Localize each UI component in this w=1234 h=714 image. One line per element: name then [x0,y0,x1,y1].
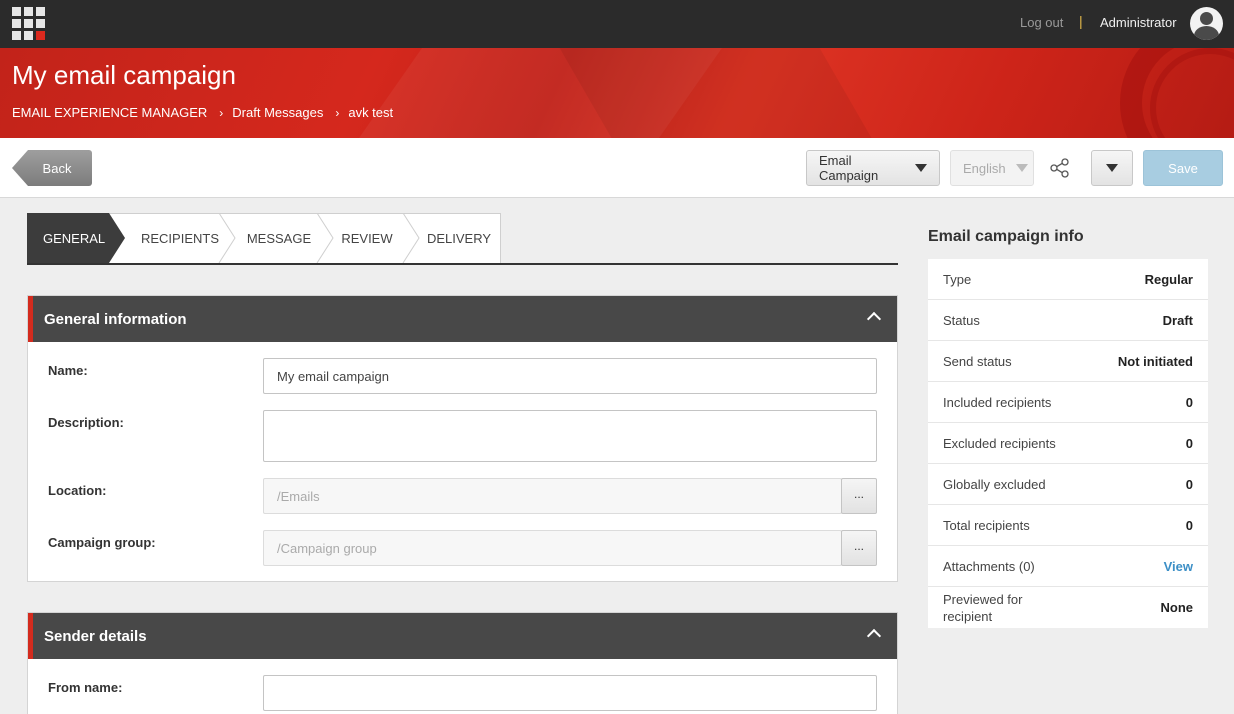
breadcrumb: EMAIL EXPERIENCE MANAGER › Draft Message… [12,105,393,120]
caret-down-icon [915,164,927,172]
campaign-group-field: /Campaign group [263,530,842,566]
language-label: English [963,160,1006,176]
logout-link[interactable]: Log out [1020,15,1063,30]
info-key: Attachments (0) [943,558,1035,574]
view-attachments-link[interactable]: View [1164,559,1193,574]
campaign-type-dropdown[interactable]: Email Campaign [806,150,940,186]
info-row-excluded: Excluded recipients 0 [928,423,1208,464]
info-value: 0 [1185,435,1193,451]
caret-down-icon [1015,164,1028,172]
location-browse-button[interactable]: ... [841,478,877,514]
panel-title: General information [44,310,187,328]
info-value: 0 [1185,476,1193,492]
info-row-send-status: Send status Not initiated [928,341,1208,382]
campaign-group-browse-button[interactable]: ... [841,530,877,566]
info-key: Status [943,312,980,328]
info-key: Included recipients [943,394,1052,410]
page-title: My email campaign [12,60,236,90]
info-value: Draft [1162,312,1193,328]
language-dropdown[interactable]: English [950,150,1034,186]
collapse-icon[interactable] [866,628,882,644]
info-key: Previewed for recipient [943,591,1023,624]
more-options-button[interactable] [1091,150,1133,186]
info-row-attachments: Attachments (0) View [928,546,1208,587]
share-icon[interactable] [1050,158,1070,178]
info-row-included: Included recipients 0 [928,382,1208,423]
info-value: 0 [1185,394,1193,410]
info-value: None [1160,600,1194,615]
step-tabs: GENERAL RECIPIENTS MESSAGE REVIEW DELIVE… [27,213,898,265]
breadcrumb-item-eem[interactable]: EMAIL EXPERIENCE MANAGER [12,105,207,120]
tab-general[interactable]: GENERAL [27,213,125,263]
collapse-icon[interactable] [866,311,882,327]
description-label: Description: [48,415,124,430]
info-row-status: Status Draft [928,300,1208,341]
from-name-label: From name: [48,680,123,695]
tab-review[interactable]: REVIEW [333,213,401,263]
panel-title: Sender details [44,627,147,645]
info-row-type: Type Regular [928,259,1208,300]
avatar[interactable] [1190,7,1223,40]
from-name-field[interactable] [263,675,877,711]
info-key: Total recipients [943,517,1030,533]
breadcrumb-item-current: avk test [348,105,394,120]
info-row-globally-excluded: Globally excluded 0 [928,464,1208,505]
breadcrumb-item-draft-messages[interactable]: Draft Messages [232,105,323,120]
location-label: Location: [48,483,107,498]
location-field: /Emails [263,478,842,514]
app-launcher-icon[interactable] [12,7,45,40]
toolbar: Back Email Campaign English [0,138,1234,198]
info-value: Not initiated [1117,353,1193,369]
general-information-panel: General information Name: My email campa… [27,295,898,582]
name-field[interactable]: My email campaign [263,358,877,394]
description-field[interactable] [263,410,877,462]
topbar-separator: | [1079,13,1083,29]
campaign-type-label: Email Campaign [819,153,879,183]
general-information-header[interactable]: General information [28,296,897,342]
info-value: Regular [1144,271,1193,287]
campaign-info-table: Type Regular Status Draft Send status No… [928,259,1208,628]
tab-delivery[interactable]: DELIVERY [419,213,499,263]
back-button[interactable]: Back [12,150,92,186]
info-value: 0 [1185,517,1193,533]
campaign-group-label: Campaign group: [48,535,156,550]
chevron-right-icon: › [335,105,340,120]
page-header: My email campaign EMAIL EXPERIENCE MANAG… [0,48,1234,138]
sender-details-header[interactable]: Sender details [28,613,897,659]
top-bar: Log out | Administrator [0,0,1234,48]
caret-down-icon [1106,164,1118,172]
info-row-previewed: Previewed for recipient None [928,587,1208,628]
campaign-info-title: Email campaign info [928,228,1084,245]
username[interactable]: Administrator [1100,15,1177,30]
info-row-total: Total recipients 0 [928,505,1208,546]
tab-message[interactable]: MESSAGE [235,213,323,263]
info-key: Send status [943,353,1012,369]
info-key: Globally excluded [943,476,1046,492]
sender-details-panel: Sender details From name: [27,612,898,714]
info-key: Excluded recipients [943,435,1056,451]
save-button[interactable]: Save [1143,150,1223,186]
info-key: Type [943,271,972,287]
name-label: Name: [48,363,88,378]
chevron-right-icon: › [219,105,224,120]
